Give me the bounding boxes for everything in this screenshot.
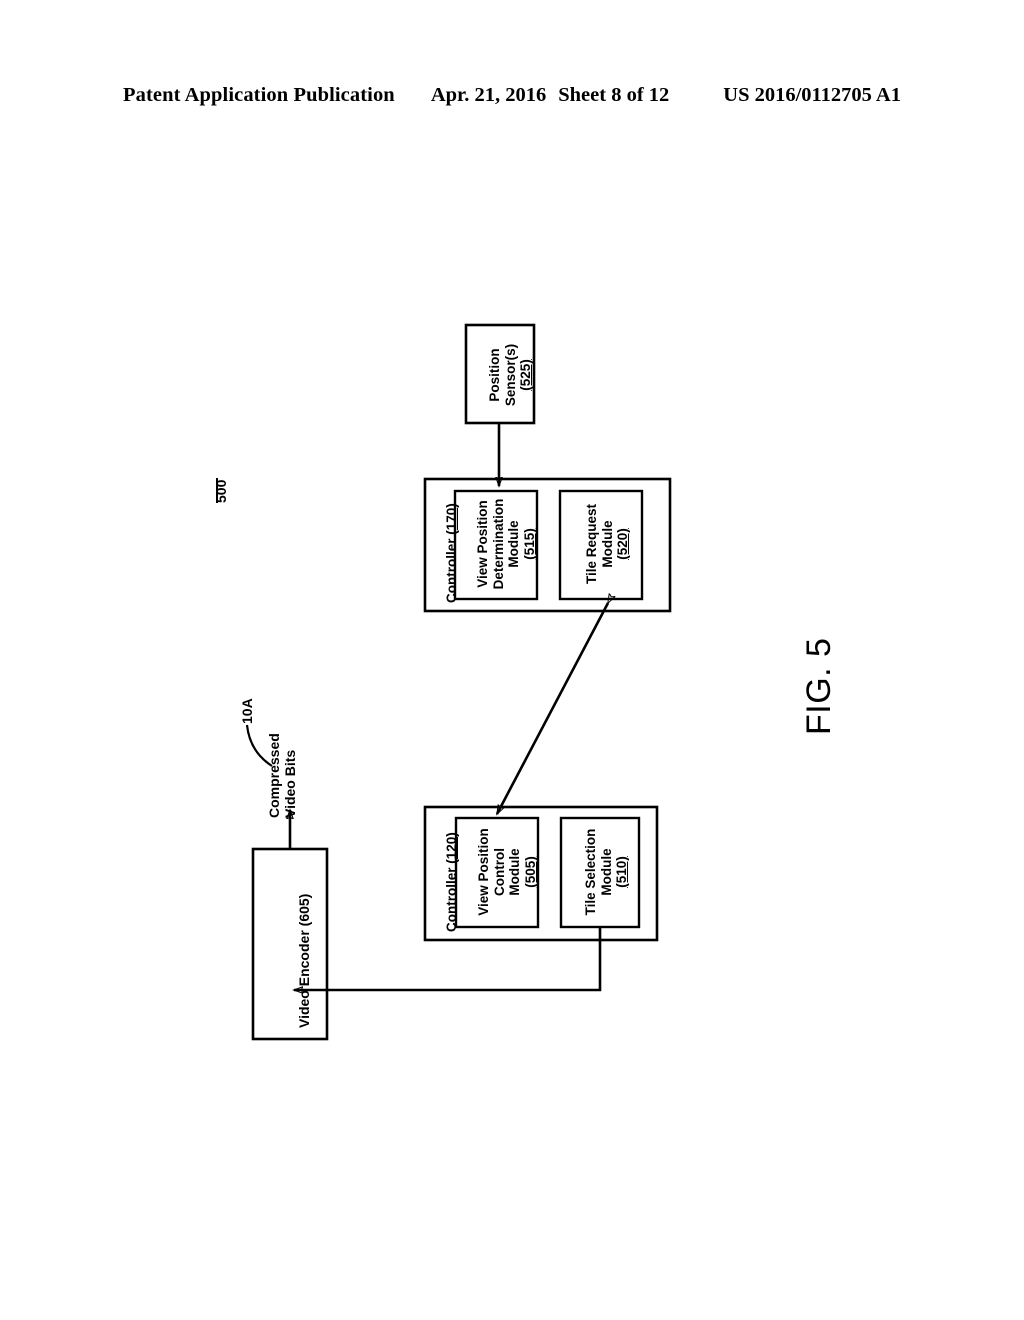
block-view-position-determination-module bbox=[453, 489, 539, 601]
block-tile-request-module bbox=[558, 489, 644, 601]
leader-line-10a bbox=[245, 724, 273, 767]
block-position-sensors bbox=[464, 323, 536, 425]
figure-diagram bbox=[216, 323, 672, 1041]
block-video-encoder bbox=[251, 847, 329, 1041]
arrow-tile-request-to-view-position-control bbox=[495, 603, 608, 814]
patent-figure-page: Patent Application Publication Apr. 21, … bbox=[0, 0, 1024, 1320]
block-tile-selection-module bbox=[559, 816, 641, 929]
block-view-position-control-module bbox=[454, 816, 540, 929]
